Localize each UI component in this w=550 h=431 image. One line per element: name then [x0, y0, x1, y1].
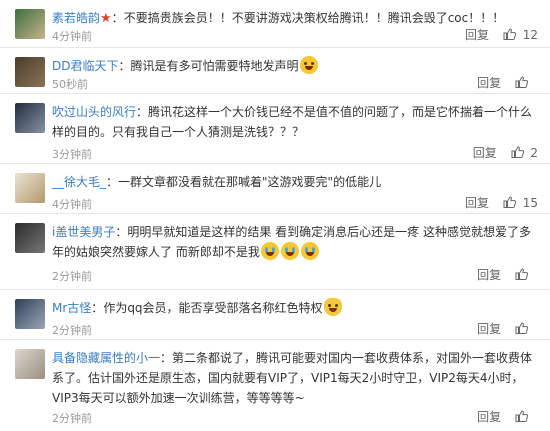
comment-body: 具备隐藏属性的小一：第二条都说了，腾讯可能要对国内一套收费体系，对国外一套收费体… [52, 348, 538, 408]
reply-button[interactable]: 回复 [477, 76, 501, 90]
comment-item: i盖世美男子：明明早就知道是这样的结果 看到确定消息后心还是一疼 这种感觉就想爱… [0, 214, 550, 290]
comment-time: 2分钟前 [52, 324, 92, 337]
separator: ： [115, 225, 128, 239]
comment-item: 具备隐藏属性的小一：第二条都说了，腾讯可能要对国内一套收费体系，对国外一套收费体… [0, 340, 550, 431]
reply-button[interactable]: 回复 [465, 28, 489, 42]
comment-body: 吹过山头的风行：腾讯花这样一个大价钱已经不是值不值的问题了，而是它怀揣着一个什么… [52, 102, 538, 142]
comment-time: 4分钟前 [52, 30, 92, 43]
comment-body: __徐大毛_：一群文章都没看就在那喊着"这游戏要完"的低能儿 [52, 172, 538, 192]
cry-emoji-icon [260, 242, 279, 260]
separator: ： [136, 105, 149, 119]
avatar[interactable] [15, 349, 45, 379]
username-link[interactable]: 素若皓韵 [52, 11, 100, 25]
username-link[interactable]: i盖世美男子 [52, 225, 115, 239]
reply-button[interactable]: 回复 [477, 322, 501, 336]
laugh-emoji-icon [299, 56, 318, 74]
comment-item: DD君临天下：腾讯是有多可怕需要特地发声明 50秒前 回复 [0, 48, 550, 94]
username-link[interactable]: DD君临天下 [52, 59, 118, 73]
comment-actions: 回复 [467, 266, 538, 283]
avatar[interactable] [15, 173, 45, 203]
avatar[interactable] [15, 9, 45, 39]
comment-body: DD君临天下：腾讯是有多可怕需要特地发声明 [52, 56, 538, 76]
comment-actions: 回复 2 [463, 144, 538, 161]
comment-actions: 回复 15 [455, 194, 538, 211]
cry-emoji-icon [300, 242, 319, 260]
reply-button[interactable]: 回复 [477, 410, 501, 424]
comment-actions: 回复 [467, 74, 538, 91]
thumbs-up-icon[interactable] [503, 196, 516, 208]
username-link[interactable]: 具备隐藏属性的小一 [52, 351, 160, 365]
username-link[interactable]: __徐大毛_ [52, 175, 106, 189]
comment-text: 一群文章都没看就在那喊着"这游戏要完"的低能儿 [118, 175, 382, 189]
comment-time: 50秒前 [52, 78, 88, 91]
comment-body: i盖世美男子：明明早就知道是这样的结果 看到确定消息后心还是一疼 这种感觉就想爱… [52, 222, 538, 262]
reply-button[interactable]: 回复 [473, 146, 497, 160]
thumbs-up-icon[interactable] [503, 28, 516, 40]
thumbs-up-icon[interactable] [515, 410, 528, 422]
comment-item: Mr古怪：作为qq会员，能否享受部落名称红色特权 2分钟前 回复 [0, 290, 550, 340]
separator: ： [91, 301, 104, 315]
avatar[interactable] [15, 223, 45, 253]
separator: ： [111, 11, 124, 25]
avatar[interactable] [15, 103, 45, 133]
reply-button[interactable]: 回复 [477, 268, 501, 282]
comment-text: 作为qq会员，能否享受部落名称红色特权 [103, 301, 323, 315]
thumbs-up-icon[interactable] [515, 268, 528, 280]
comment-item: __徐大毛_：一群文章都没看就在那喊着"这游戏要完"的低能儿 4分钟前 回复 1… [0, 164, 550, 214]
comment-time: 3分钟前 [52, 148, 92, 161]
comment-text: 腾讯是有多可怕需要特地发声明 [130, 59, 299, 73]
avatar[interactable] [15, 299, 45, 329]
cry-emoji-icon [280, 242, 299, 260]
comment-time: 4分钟前 [52, 198, 92, 211]
thumbs-up-icon[interactable] [515, 322, 528, 334]
comment-body: Mr古怪：作为qq会员，能否享受部落名称红色特权 [52, 298, 538, 318]
avatar[interactable] [15, 57, 45, 87]
separator: ： [118, 59, 131, 73]
comment-text: 不要搞贵族会员！！不要讲游戏决策权给腾讯！！腾讯会毁了coc！！！ [123, 11, 505, 25]
like-count: 15 [522, 196, 538, 210]
cat-emoji-icon [323, 298, 342, 316]
username-link[interactable]: Mr古怪 [52, 301, 91, 315]
separator: ： [106, 175, 119, 189]
like-count: 12 [522, 28, 538, 42]
comment-time: 2分钟前 [52, 270, 92, 283]
vip-star-icon: ★ [100, 11, 112, 26]
reply-button[interactable]: 回复 [465, 196, 489, 210]
thumbs-up-icon[interactable] [515, 76, 528, 88]
comment-actions: 回复 [467, 320, 538, 337]
comment-time: 2分钟前 [52, 412, 92, 425]
separator: ： [160, 351, 173, 365]
comment-actions: 回复 [467, 408, 538, 425]
like-count: 2 [530, 146, 538, 160]
username-link[interactable]: 吹过山头的风行 [52, 105, 136, 119]
thumbs-up-icon[interactable] [511, 146, 524, 158]
comment-actions: 回复 12 [455, 26, 538, 43]
comment-item: 吹过山头的风行：腾讯花这样一个大价钱已经不是值不值的问题了，而是它怀揣着一个什么… [0, 94, 550, 164]
comment-item: 素若皓韵★：不要搞贵族会员！！不要讲游戏决策权给腾讯！！腾讯会毁了coc！！！ … [0, 0, 550, 48]
